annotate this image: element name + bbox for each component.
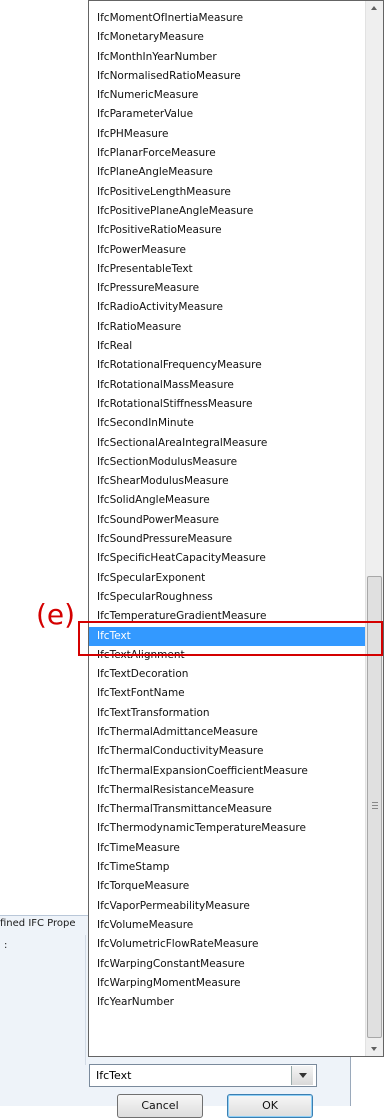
list-item[interactable]: IfcTextFontName: [89, 684, 366, 703]
list-item[interactable]: IfcRadioActivityMeasure: [89, 298, 366, 317]
list-item[interactable]: IfcPressureMeasure: [89, 279, 366, 298]
list-item[interactable]: IfcPHMeasure: [89, 125, 366, 144]
scroll-down-icon[interactable]: [371, 1047, 377, 1051]
dialog-title: fined IFC Prope: [0, 918, 76, 929]
list-item[interactable]: IfcSpecularRoughness: [89, 588, 366, 607]
scroll-up-icon[interactable]: [371, 6, 377, 10]
list-item[interactable]: IfcMonetaryMeasure: [89, 28, 366, 47]
list-item[interactable]: IfcTorqueMeasure: [89, 877, 366, 896]
list-item[interactable]: IfcTextDecoration: [89, 665, 366, 684]
list-item[interactable]: IfcSoundPowerMeasure: [89, 511, 366, 530]
list-item[interactable]: IfcWarpingMomentMeasure: [89, 974, 366, 993]
list-item[interactable]: IfcSoundPressureMeasure: [89, 530, 366, 549]
list-item[interactable]: IfcPlaneAngleMeasure: [89, 163, 366, 182]
list-item[interactable]: IfcSpecularExponent: [89, 569, 366, 588]
grip-icon: [372, 805, 378, 806]
list-item[interactable]: IfcMonthInYearNumber: [89, 48, 366, 67]
list-item[interactable]: IfcSolidAngleMeasure: [89, 491, 366, 510]
list-item[interactable]: IfcTimeStamp: [89, 858, 366, 877]
type-list[interactable]: IfcMomentOfInertiaMeasure IfcMonetaryMeas…: [89, 9, 366, 1012]
annotation-label: (e): [36, 598, 76, 631]
ok-button[interactable]: OK: [227, 1094, 313, 1118]
list-item[interactable]: IfcPresentableText: [89, 260, 366, 279]
list-item[interactable]: IfcShearModulusMeasure: [89, 472, 366, 491]
list-item[interactable]: IfcParameterValue: [89, 105, 366, 124]
list-item[interactable]: IfcThermodynamicTemperatureMeasure: [89, 819, 366, 838]
list-item[interactable]: IfcThermalTransmittanceMeasure: [89, 800, 366, 819]
list-item[interactable]: IfcVaporPermeabilityMeasure: [89, 897, 366, 916]
list-item[interactable]: IfcPositiveLengthMeasure: [89, 183, 366, 202]
list-item[interactable]: IfcVolumetricFlowRateMeasure: [89, 935, 366, 954]
list-item[interactable]: IfcTextTransformation: [89, 704, 366, 723]
list-item[interactable]: IfcPowerMeasure: [89, 241, 366, 260]
list-item[interactable]: IfcVolumeMeasure: [89, 916, 366, 935]
list-item[interactable]: IfcRotationalMassMeasure: [89, 376, 366, 395]
grip-icon: [372, 808, 378, 809]
list-item[interactable]: IfcWarpingConstantMeasure: [89, 955, 366, 974]
type-dropdown-list[interactable]: IfcMomentOfInertiaMeasure IfcMonetaryMeas…: [88, 0, 384, 1057]
list-item[interactable]: IfcThermalConductivityMeasure: [89, 742, 366, 761]
list-item[interactable]: IfcThermalResistanceMeasure: [89, 781, 366, 800]
list-item[interactable]: IfcPositivePlaneAngleMeasure: [89, 202, 366, 221]
list-item[interactable]: IfcNumericMeasure: [89, 86, 366, 105]
list-item[interactable]: IfcRatioMeasure: [89, 318, 366, 337]
combobox-toggle-button[interactable]: [291, 1066, 313, 1085]
list-item[interactable]: IfcThermalExpansionCoefficientMeasure: [89, 762, 366, 781]
type-combobox[interactable]: IfcText: [89, 1064, 317, 1087]
chevron-down-icon: [299, 1073, 307, 1078]
list-item[interactable]: IfcMomentOfInertiaMeasure: [89, 9, 366, 28]
list-item[interactable]: IfcSectionModulusMeasure: [89, 453, 366, 472]
list-item[interactable]: IfcSecondInMinute: [89, 414, 366, 433]
list-item[interactable]: IfcThermalAdmittanceMeasure: [89, 723, 366, 742]
list-item[interactable]: IfcPlanarForceMeasure: [89, 144, 366, 163]
list-item[interactable]: IfcTimeMeasure: [89, 839, 366, 858]
list-item[interactable]: IfcRotationalStiffnessMeasure: [89, 395, 366, 414]
dialog-left-panel: [0, 935, 86, 1065]
grip-icon: [372, 802, 378, 803]
cancel-button[interactable]: Cancel: [117, 1094, 203, 1118]
list-item[interactable]: IfcReal: [89, 337, 366, 356]
list-item[interactable]: IfcRotationalFrequencyMeasure: [89, 356, 366, 375]
list-item[interactable]: IfcSpecificHeatCapacityMeasure: [89, 549, 366, 568]
list-item[interactable]: IfcNormalisedRatioMeasure: [89, 67, 366, 86]
annotation-highlight-box: [78, 621, 383, 656]
dialog-field-label: :: [4, 940, 8, 951]
scrollbar[interactable]: [365, 1, 383, 1056]
list-item[interactable]: IfcYearNumber: [89, 993, 366, 1012]
list-item[interactable]: IfcPositiveRatioMeasure: [89, 221, 366, 240]
list-item[interactable]: IfcSectionalAreaIntegralMeasure: [89, 434, 366, 453]
